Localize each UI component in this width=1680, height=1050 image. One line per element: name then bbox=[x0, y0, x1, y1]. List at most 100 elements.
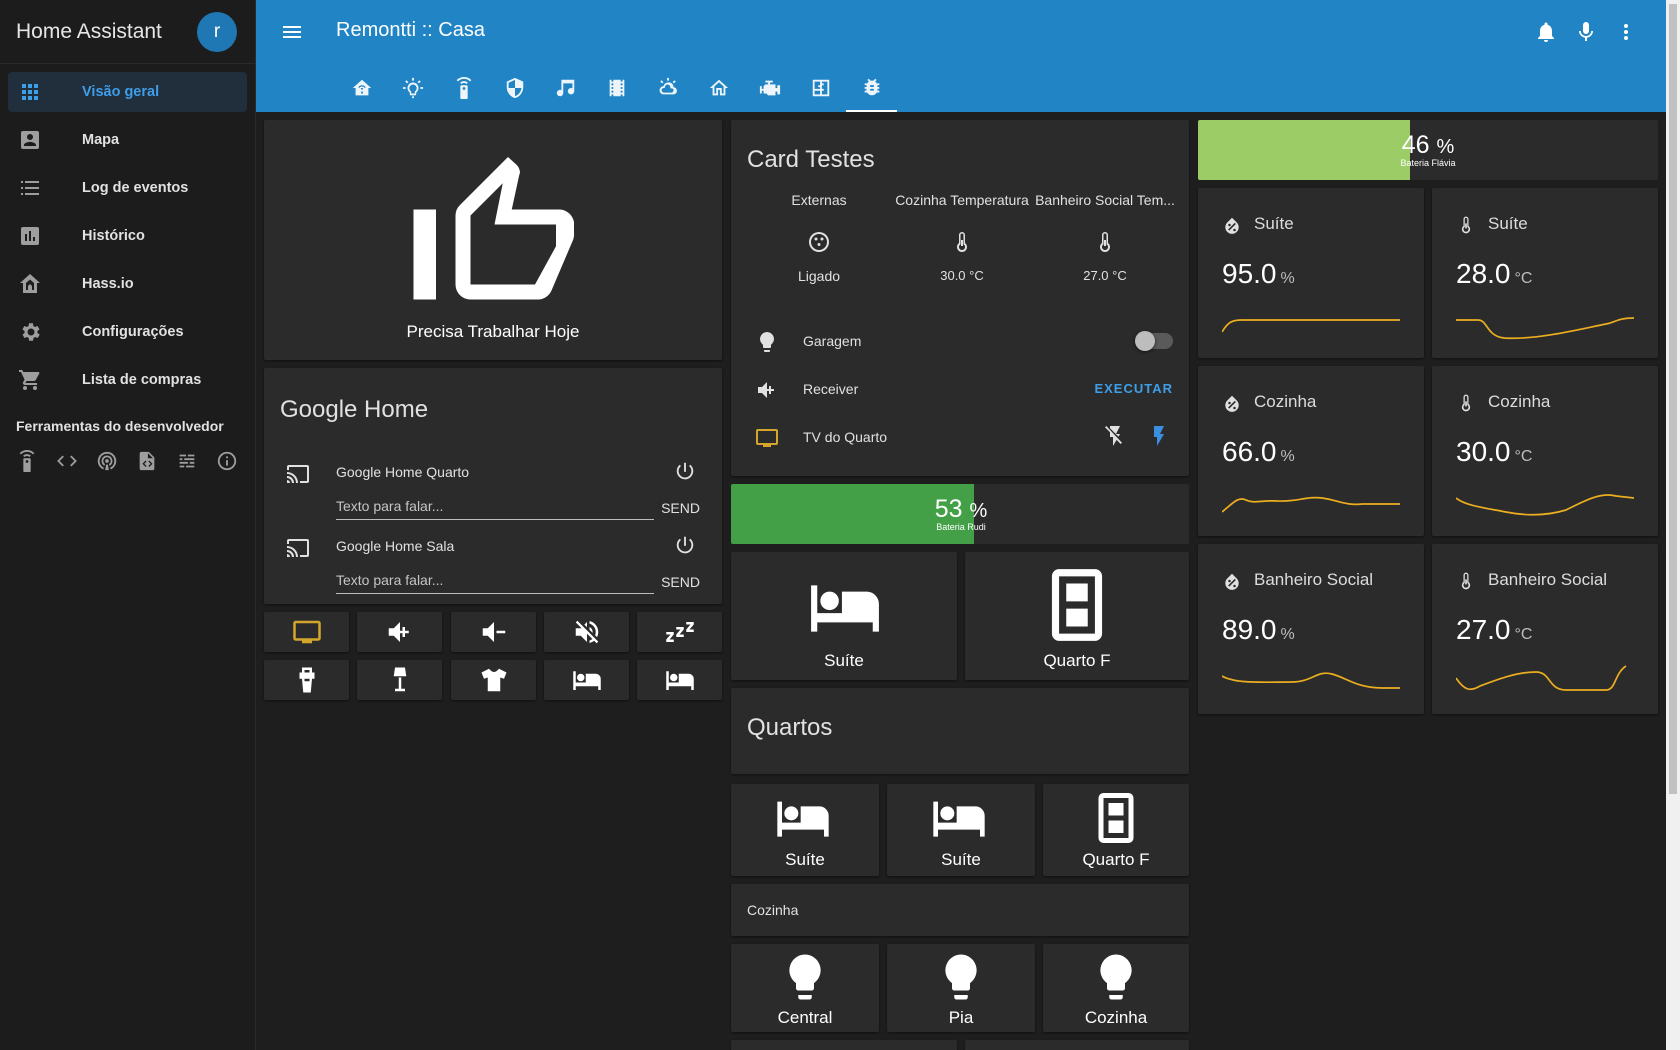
sleep-button[interactable] bbox=[637, 612, 722, 652]
google-home-row: Google Home Quarto SEND bbox=[264, 450, 722, 524]
file-code-icon[interactable] bbox=[136, 450, 158, 472]
water-percent-icon bbox=[1222, 570, 1242, 592]
work-card[interactable]: Precisa Trabalhar Hoje bbox=[264, 120, 722, 360]
device-name: Google Home Quarto bbox=[336, 464, 470, 480]
thermometer-icon[interactable] bbox=[950, 230, 974, 254]
dev-tools bbox=[0, 434, 255, 472]
flash-off-icon[interactable] bbox=[1103, 424, 1127, 448]
podcast-icon[interactable] bbox=[96, 450, 118, 472]
cast-icon bbox=[286, 536, 310, 560]
tab-debug[interactable] bbox=[846, 64, 897, 112]
sensor-card[interactable]: Banheiro Social 89.0% bbox=[1198, 544, 1424, 714]
tv-icon bbox=[292, 620, 321, 644]
bed-button[interactable] bbox=[637, 660, 722, 700]
volume-up-button[interactable] bbox=[357, 612, 442, 652]
sensor-value: 27.0 °C bbox=[1456, 614, 1533, 645]
mute-button[interactable] bbox=[544, 612, 629, 652]
sidebar-item-hassio[interactable]: Hass.io bbox=[8, 264, 247, 304]
sidebar-item-log[interactable]: Log de eventos bbox=[8, 168, 247, 208]
sidebar-item-configuracoes[interactable]: Configurações bbox=[8, 312, 247, 352]
code-icon[interactable] bbox=[56, 450, 78, 472]
tab-security[interactable] bbox=[489, 64, 540, 112]
sidebar-item-lista-compras[interactable]: Lista de compras bbox=[8, 360, 247, 400]
garagem-toggle[interactable] bbox=[1135, 331, 1173, 351]
tile-partial[interactable] bbox=[965, 1040, 1189, 1050]
power-icon[interactable] bbox=[674, 460, 696, 482]
tv-button[interactable] bbox=[264, 612, 349, 652]
info-icon[interactable] bbox=[216, 450, 238, 472]
avatar[interactable]: r bbox=[197, 11, 237, 52]
lightbulb-icon bbox=[755, 330, 779, 354]
water-percent-icon bbox=[1222, 214, 1242, 236]
thumb-up-icon bbox=[413, 157, 575, 300]
tile-quarto-f[interactable]: Quarto F bbox=[965, 552, 1189, 680]
tab-remote[interactable] bbox=[438, 64, 489, 112]
door-icon bbox=[1051, 569, 1103, 641]
bed-icon bbox=[665, 671, 694, 690]
tab-music[interactable] bbox=[540, 64, 591, 112]
tab-floor-plan[interactable] bbox=[795, 64, 846, 112]
cast-icon bbox=[286, 462, 310, 486]
quartos-title: Quartos bbox=[747, 714, 833, 741]
tab-weather[interactable] bbox=[642, 64, 693, 112]
lightbulb-icon bbox=[402, 77, 423, 99]
sidebar-item-visao-geral[interactable]: Visão geral bbox=[8, 72, 247, 112]
fan-icon bbox=[299, 667, 314, 693]
sensor-card[interactable]: Cozinha 66.0% bbox=[1198, 366, 1424, 536]
send-button[interactable]: SEND bbox=[661, 500, 700, 516]
ceiling-light-icon[interactable] bbox=[807, 230, 831, 254]
tile-suite[interactable]: Suíte bbox=[731, 552, 957, 680]
sensor-value: 66.0% bbox=[1222, 436, 1295, 467]
tile-suite[interactable]: Suíte bbox=[887, 784, 1035, 876]
device-name: Google Home Sala bbox=[336, 538, 455, 554]
sensor-card[interactable]: Cozinha 30.0 °C bbox=[1432, 366, 1658, 536]
cozinha-card: Cozinha bbox=[731, 884, 1189, 936]
tile-pia[interactable]: Pia bbox=[887, 944, 1035, 1032]
remote-icon[interactable] bbox=[16, 450, 38, 472]
tshirt-button[interactable] bbox=[451, 660, 536, 700]
bell-icon[interactable] bbox=[1534, 20, 1558, 44]
timeline-icon[interactable] bbox=[176, 450, 198, 472]
tile-label: Suíte bbox=[785, 850, 825, 869]
bed-button[interactable] bbox=[544, 660, 629, 700]
flash-icon[interactable] bbox=[1147, 424, 1171, 448]
tab-film[interactable] bbox=[591, 64, 642, 112]
sensor-card[interactable]: Suíte 28.0 °C bbox=[1432, 188, 1658, 358]
tile-quarto-f[interactable]: Quarto F bbox=[1043, 784, 1189, 876]
fan-button[interactable] bbox=[264, 660, 349, 700]
tile-label: Quarto F bbox=[1043, 651, 1111, 670]
tab-house[interactable] bbox=[693, 64, 744, 112]
execute-button[interactable]: EXECUTAR bbox=[1094, 381, 1173, 396]
scrollbar[interactable] bbox=[1666, 0, 1680, 1050]
tile-central[interactable]: Central bbox=[731, 944, 879, 1032]
send-button[interactable]: SEND bbox=[661, 574, 700, 590]
tab-home-automation[interactable] bbox=[336, 64, 387, 112]
tts-input[interactable] bbox=[336, 492, 654, 520]
lamp-button[interactable] bbox=[357, 660, 442, 700]
bed-icon bbox=[572, 671, 601, 690]
tile-partial[interactable] bbox=[731, 1040, 957, 1050]
tab-lights[interactable] bbox=[387, 64, 438, 112]
dots-vertical-icon[interactable] bbox=[1614, 20, 1638, 44]
sensor-value: 30.0 °C bbox=[1456, 436, 1533, 467]
sidebar-item-historico[interactable]: Histórico bbox=[8, 216, 247, 256]
scrollbar-thumb[interactable] bbox=[1669, 4, 1677, 794]
volume-off-icon bbox=[575, 620, 598, 644]
volume-down-button[interactable] bbox=[451, 612, 536, 652]
tile-suite[interactable]: Suíte bbox=[731, 784, 879, 876]
power-icon[interactable] bbox=[674, 534, 696, 556]
tile-cozinha[interactable]: Cozinha bbox=[1043, 944, 1189, 1032]
sparkline bbox=[1222, 496, 1400, 513]
sidebar-item-label: Mapa bbox=[82, 132, 120, 148]
tab-engine[interactable] bbox=[744, 64, 795, 112]
sensor-card[interactable]: Banheiro Social 27.0 °C bbox=[1432, 544, 1658, 714]
entity-state: Ligado bbox=[797, 268, 841, 284]
sensor-card[interactable]: Suíte 95.0% bbox=[1198, 188, 1424, 358]
cozinha-title: Cozinha bbox=[747, 902, 799, 918]
menu-icon[interactable] bbox=[280, 20, 304, 44]
microphone-icon[interactable] bbox=[1574, 20, 1598, 44]
row-label: Garagem bbox=[803, 333, 862, 349]
tts-input[interactable] bbox=[336, 566, 654, 594]
sidebar-item-mapa[interactable]: Mapa bbox=[8, 120, 247, 160]
thermometer-icon[interactable] bbox=[1093, 230, 1117, 254]
